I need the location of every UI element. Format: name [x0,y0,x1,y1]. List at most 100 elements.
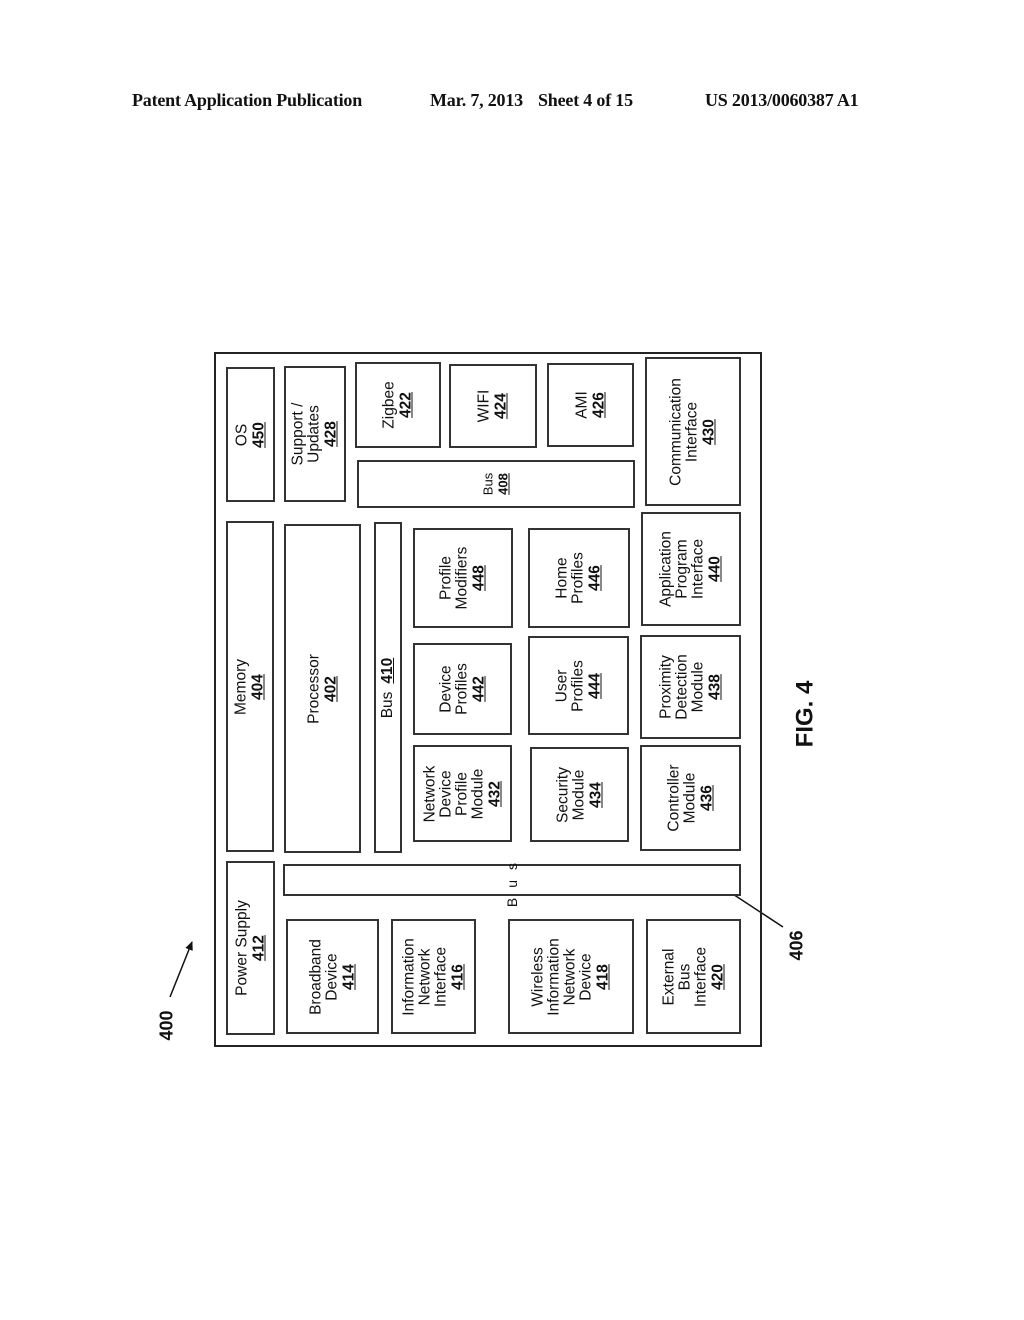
block-label: Information [545,937,563,1016]
block-label: Zigbee [380,381,398,429]
block-text: Information Network Interface 416 [400,937,466,1016]
block-text: Communication Interface 430 [667,377,718,486]
ref-num: 434 [587,781,604,808]
block-label: Profiles [453,663,470,715]
block-text: Zigbee 422 [380,381,415,429]
block-text: User Profiles 444 [553,659,603,712]
block-label: Bus [504,852,520,908]
block-label: Device [437,769,454,818]
bus-408-block: Bus 408 [357,460,635,508]
block-label: WIFI [475,389,493,423]
block-text: Power Supply 412 [233,900,267,996]
block-label: Wireless [529,946,547,1007]
ref-num: 442 [470,676,487,702]
block-label: Profiles [569,659,586,712]
wireless-information-network-device-block: Wireless Information Network Device 418 [508,919,634,1034]
block-text: Wireless Information Network Device 418 [529,937,612,1016]
information-network-interface-block: Information Network Interface 416 [391,919,476,1034]
external-bus-interface-block: External Bus Interface 420 [646,919,741,1034]
block-text: Memory 404 [233,659,267,715]
block-text: WIFI 424 [475,389,510,423]
ref-num: 404 [249,673,267,700]
block-text: Device Profiles 442 [437,663,487,715]
block-label: User [553,669,570,702]
ref-num: 446 [586,565,604,591]
block-text: Network Device Profile Module 432 [421,765,503,822]
block-label: Module [469,768,486,819]
block-label: Proximity [657,655,674,719]
block-label: Controller [665,764,682,832]
block-text: Profile Modifiers 448 [437,546,488,610]
application-program-interface-block: Application Program Interface 440 [641,512,741,626]
controller-module-block: Controller Module 436 [640,745,741,851]
ref-num: 420 [709,963,726,990]
ref-num: 450 [250,421,267,448]
ref-num: 448 [470,565,488,591]
block-label: Bus [676,963,693,990]
block-text: OS 450 [233,421,267,448]
ref-num: 422 [397,392,415,418]
power-supply-block: Power Supply 412 [226,861,275,1035]
support-updates-block: Support / Updates 428 [284,366,346,502]
communication-interface-block: Communication Interface 430 [645,357,741,506]
os-block: OS 450 [226,367,275,502]
ami-block: AMI 426 [547,363,634,447]
wifi-block: WIFI 424 [449,364,537,448]
block-label: Interface [689,538,707,600]
block-label: Device [437,665,454,713]
block-text: AMI 426 [573,391,607,419]
block-label: Program [673,539,691,599]
block-text: Home Profiles 446 [553,552,604,604]
ref-num: 424 [492,393,510,419]
block-label: AMI [573,391,590,419]
ref-400: 400 [156,1010,177,1041]
block-label: Detection [673,654,690,720]
block-label: Communication [667,377,685,486]
block-label: Support / [289,402,307,466]
block-label: Power Supply [233,900,250,996]
figure-label: FIG. 4 [791,680,819,748]
block-label: Interface [683,401,701,462]
network-device-profile-module-block: Network Device Profile Module 432 [413,745,512,842]
block-label: Security [554,766,571,823]
ref-406: 406 [786,930,807,961]
block-label: Home [553,557,571,599]
block-label: Network [561,948,579,1005]
block-text: Broadband Device 414 [307,938,357,1015]
block-text: Proximity Detection Module 438 [657,654,723,720]
security-module-block: Security Module 434 [530,747,629,842]
bus-406-block: Bus [283,853,741,907]
block-label: Network [416,948,433,1005]
home-profiles-block: Home Profiles 446 [528,528,630,628]
ref-num: 414 [340,963,357,990]
ref-num: 440 [706,556,724,582]
block-label: External [660,948,677,1005]
block-text: Processor 402 [305,653,339,724]
block-label: Module [570,769,587,820]
block-label: Bus [480,472,496,496]
block-text: Security Module 434 [554,766,604,823]
ref-num: 416 [449,963,466,990]
memory-block: Memory 404 [226,521,274,852]
block-label: OS [233,423,250,446]
bus-410-block: Bus 410 [374,522,402,853]
block-label: Profile [437,556,455,600]
block-label: Processor [305,653,322,724]
system-arrow [169,941,193,998]
block-text: Bus [504,853,520,907]
ref-num: 430 [700,418,718,445]
block-label: Device [577,952,595,1001]
block-label: Network [421,765,438,822]
block-text: Application Program Interface 440 [658,531,724,607]
zigbee-block: Zigbee 422 [355,362,441,448]
ref-num: 426 [590,392,607,418]
ref-num: 412 [250,935,267,961]
block-label: Modifiers [453,546,471,610]
block-label: Information [400,937,417,1016]
proximity-detection-module-block: Proximity Detection Module 438 [640,635,741,739]
ref-num: 438 [706,674,723,700]
block-label: Bus [379,691,396,718]
block-label: Profiles [569,552,587,604]
block-label: Broadband [307,938,324,1015]
block-label: Device [323,952,340,1001]
